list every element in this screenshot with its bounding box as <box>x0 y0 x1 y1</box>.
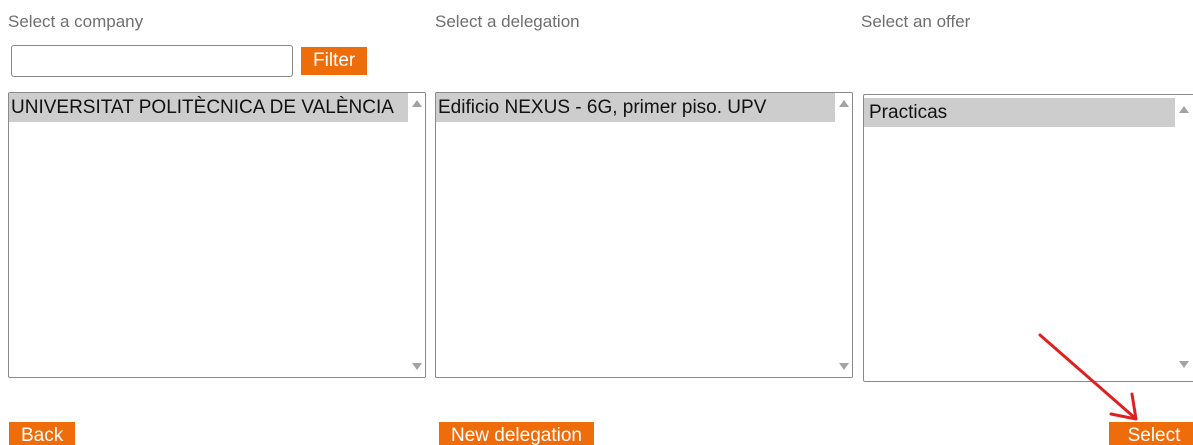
company-column-label: Select a company <box>8 12 144 31</box>
offer-scrollbar[interactable] <box>1175 95 1192 381</box>
delegation-scrollbar[interactable] <box>835 93 852 377</box>
company-filter-input[interactable] <box>11 45 293 77</box>
offer-column-label: Select an offer <box>861 12 971 31</box>
delegation-option-nexus[interactable]: Edificio NEXUS - 6G, primer piso. UPV <box>436 93 837 122</box>
scroll-down-icon[interactable] <box>1175 356 1192 373</box>
company-listbox[interactable]: UNIVERSITAT POLITÈCNICA DE VALÈNCIA <box>8 92 426 378</box>
delegation-listbox[interactable]: Edificio NEXUS - 6G, primer piso. UPV <box>435 92 853 378</box>
company-option-upv[interactable]: UNIVERSITAT POLITÈCNICA DE VALÈNCIA <box>9 93 410 122</box>
scroll-up-icon[interactable] <box>1175 101 1192 118</box>
scroll-down-icon[interactable] <box>835 358 852 375</box>
select-button[interactable]: Select <box>1109 422 1193 445</box>
scroll-up-icon[interactable] <box>835 95 852 112</box>
offer-listbox[interactable]: Practicas <box>863 94 1193 382</box>
back-button[interactable]: Back <box>9 422 76 445</box>
scroll-up-icon[interactable] <box>408 95 425 112</box>
delegation-column-label: Select a delegation <box>435 12 580 31</box>
company-scrollbar[interactable] <box>408 93 425 377</box>
filter-button[interactable]: Filter <box>301 47 368 75</box>
scroll-down-icon[interactable] <box>408 358 425 375</box>
offer-option-practicas[interactable]: Practicas <box>864 98 1181 127</box>
offer-selection-page: Select a company Select a delegation Sel… <box>0 0 1193 445</box>
new-delegation-button[interactable]: New delegation <box>439 422 594 445</box>
